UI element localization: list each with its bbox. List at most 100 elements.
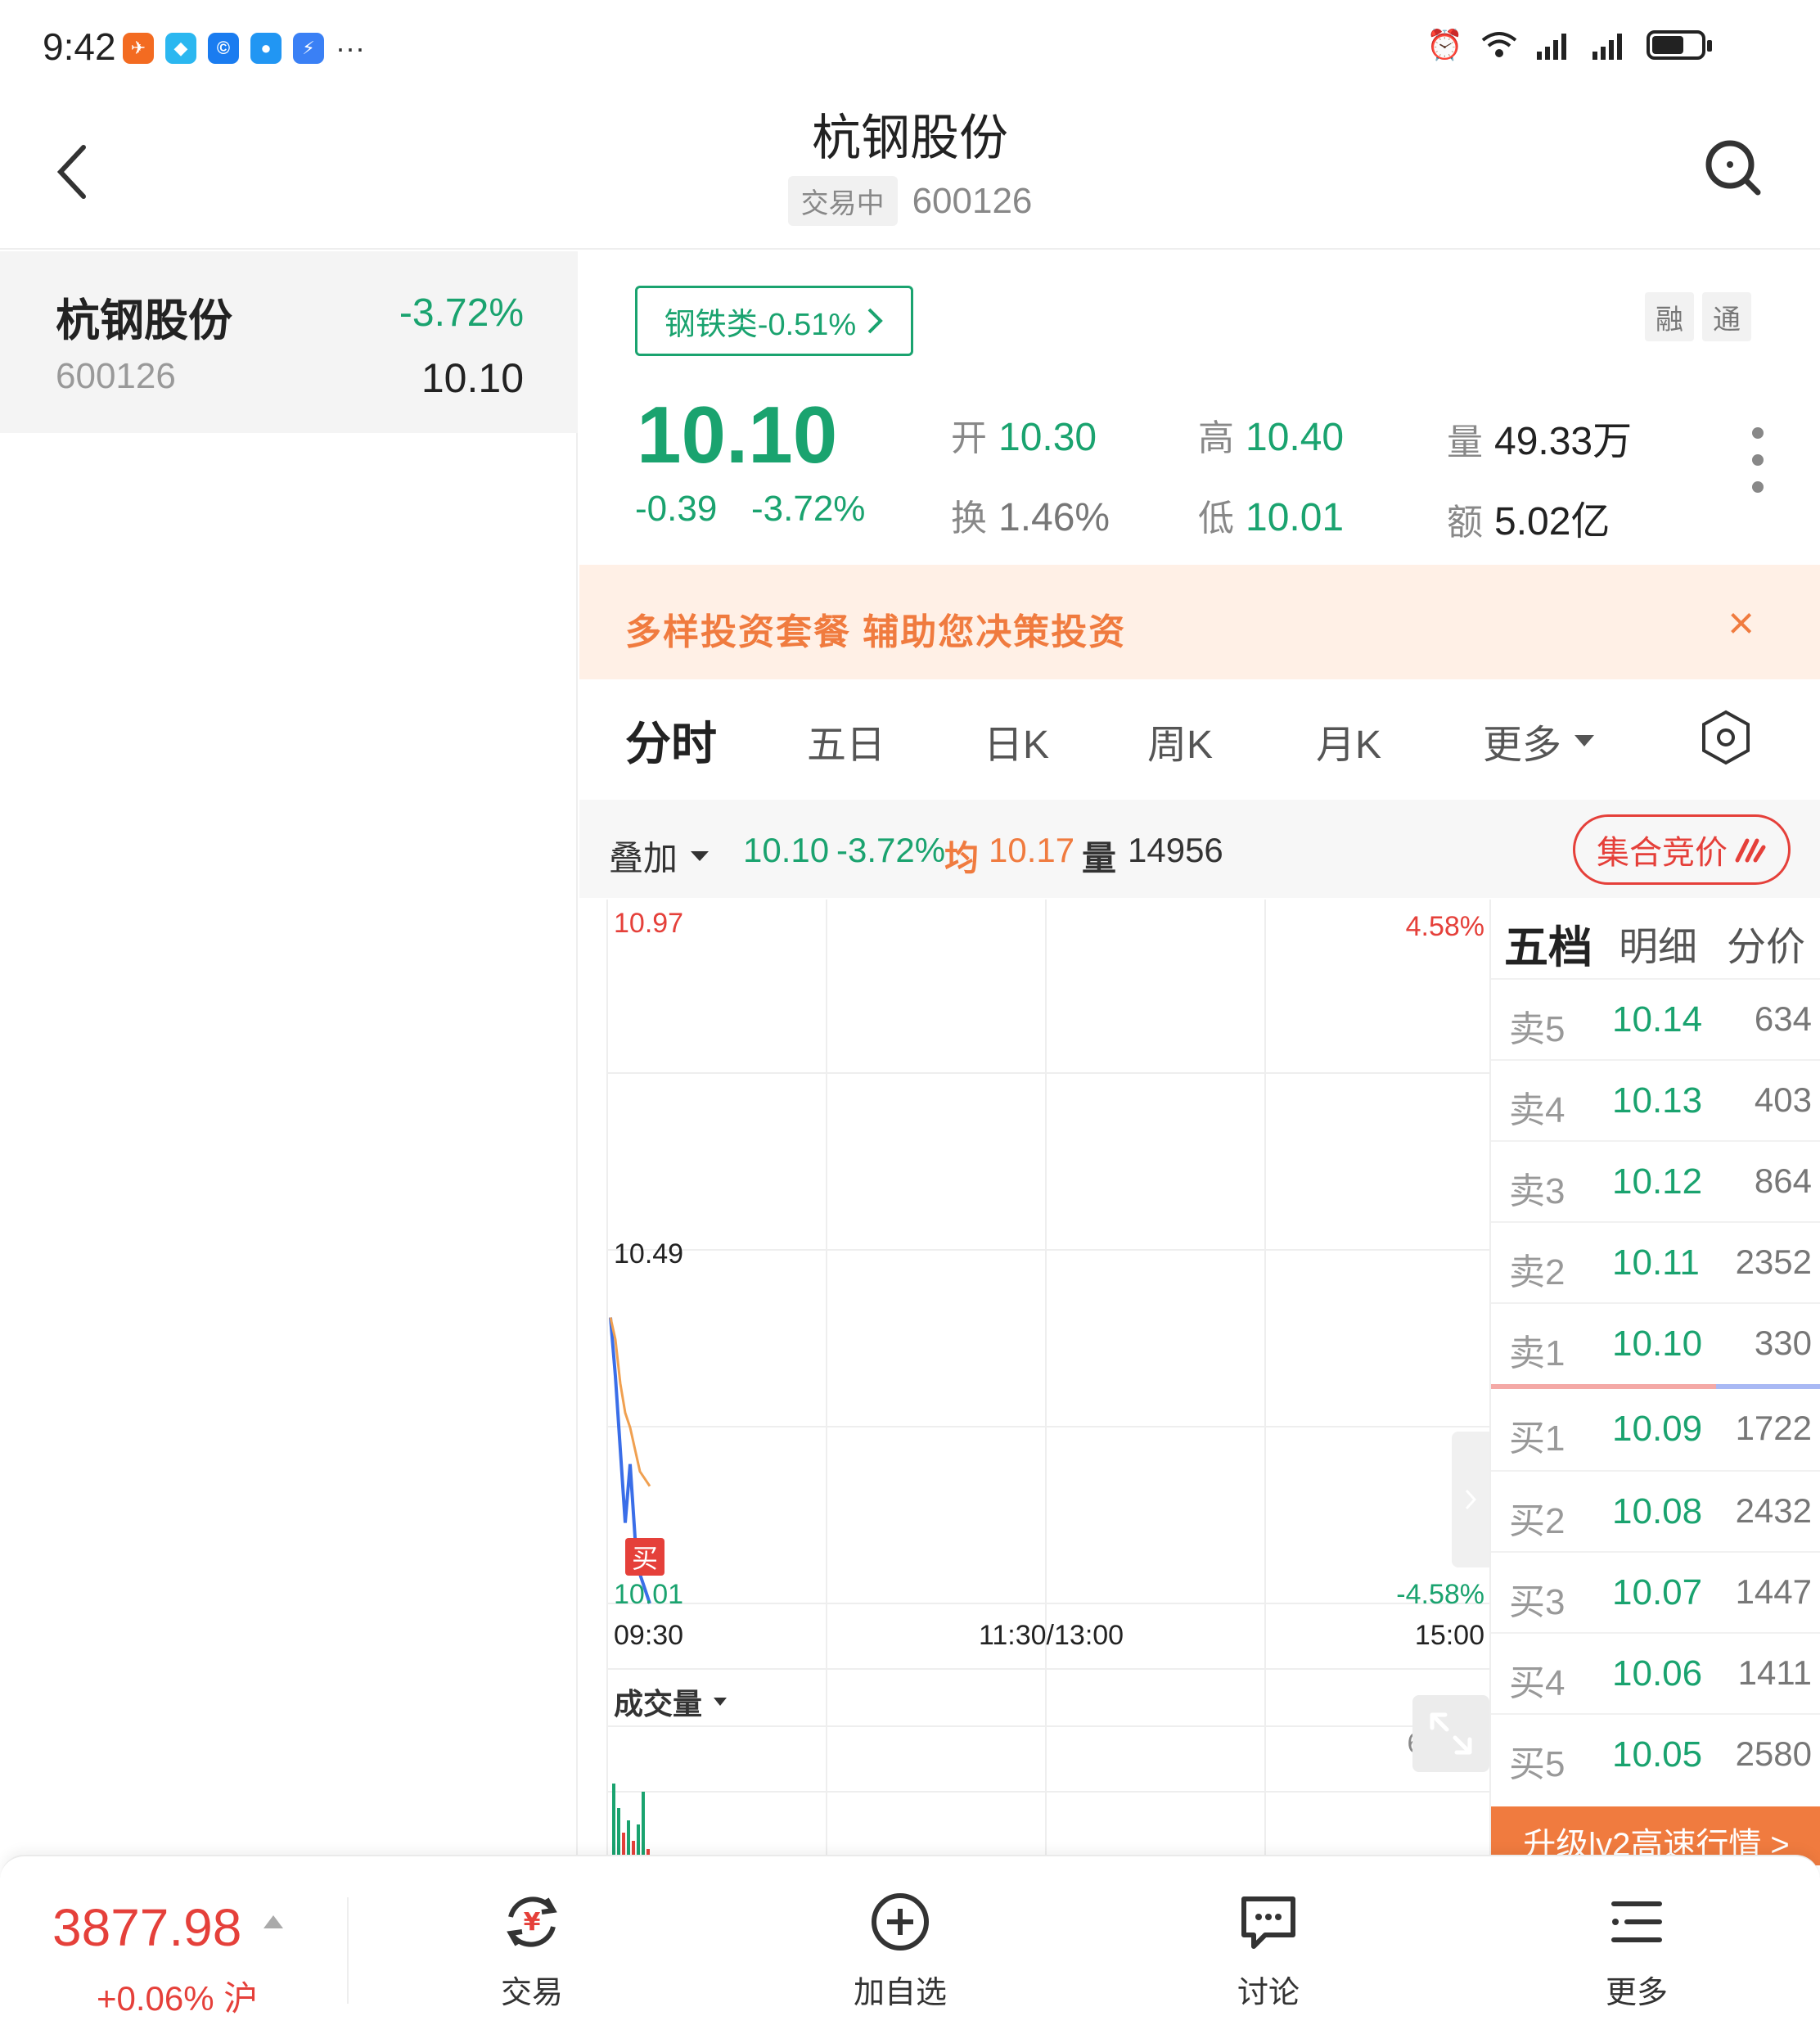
overlay-dropdown[interactable]: 叠加 — [609, 831, 710, 881]
chat-bubble-icon — [1241, 1896, 1295, 1949]
tab-weekly-k[interactable]: 周K — [1147, 712, 1213, 769]
banner-text: 多样投资套餐 辅助您决策投资 — [625, 612, 1127, 652]
auction-icon — [1735, 838, 1766, 863]
info-pct: -3.72% — [836, 831, 946, 869]
volume-value: 49.33万 — [1494, 420, 1633, 463]
ask-row[interactable]: 卖3 10.12 864 — [1491, 1140, 1820, 1221]
y-axis-bottom: 10.01 — [614, 1579, 684, 1610]
x-axis-start: 09:30 — [614, 1620, 684, 1651]
add-watchlist-button[interactable]: 加自选 — [818, 1889, 982, 2012]
status-bar: 9:42 ✈ ◆ © ● ⚡ ··· ⏰ — [0, 0, 1820, 98]
bid-row[interactable]: 买4 10.06 1411 — [1491, 1632, 1820, 1713]
amount-field: 额 5.02亿 — [1447, 489, 1610, 546]
high-field: 高 10.40 — [1198, 416, 1345, 459]
fullscreen-icon[interactable] — [1412, 1695, 1489, 1772]
app-notification-icon: ◆ — [165, 33, 196, 64]
menu-list-icon — [1611, 1901, 1662, 1942]
x-axis-mid: 11:30/13:00 — [979, 1620, 1124, 1651]
open-field: 开 10.30 — [951, 416, 1097, 459]
subtitle: 交易中 600126 — [0, 176, 1820, 226]
expand-panel-handle[interactable] — [1452, 1432, 1489, 1567]
status-time: 9:42 — [43, 25, 116, 68]
quote-main: 钢铁类-0.51% 融 通 10.10 -0.39 -3.72% 开 10.30… — [579, 251, 1820, 1865]
more-notifications: ··· — [336, 31, 365, 65]
promo-banner[interactable]: 多样投资套餐 辅助您决策投资 × — [579, 565, 1820, 679]
price-change: -0.39 — [635, 489, 718, 529]
avg-label: 均 — [944, 839, 980, 877]
caret-down-icon — [714, 1698, 728, 1706]
margin-tag[interactable]: 融 — [1645, 292, 1694, 341]
notification-icons: ✈ ◆ © ● ⚡ ··· — [123, 31, 365, 65]
more-button[interactable]: 更多 — [1555, 1889, 1719, 2012]
index-change: +0.06% 沪 — [97, 1979, 259, 2018]
bid-row[interactable]: 买1 10.09 1722 — [1491, 1389, 1820, 1470]
buy-marker[interactable]: 买 — [625, 1538, 664, 1576]
page-title: 杭钢股份 — [812, 110, 1008, 165]
amount-value: 5.02亿 — [1494, 500, 1611, 543]
tab-intraday[interactable]: 分时 — [625, 707, 717, 773]
tab-five-day[interactable]: 五日 — [807, 712, 885, 769]
ask-row[interactable]: 卖1 10.10 330 — [1491, 1302, 1820, 1383]
settings-icon[interactable] — [1697, 709, 1755, 766]
watchlist-item[interactable]: 杭钢股份 -3.72% 600126 10.10 — [0, 251, 578, 433]
tab-more[interactable]: 更多 — [1483, 712, 1595, 769]
bid-row[interactable]: 买3 10.07 1447 — [1491, 1551, 1820, 1632]
index-value[interactable]: 3877.98 — [52, 1897, 241, 1958]
ask-row[interactable]: 卖5 10.14 634 — [1491, 978, 1820, 1059]
watchlist-panel: 杭钢股份 -3.72% 600126 10.10 — [0, 251, 578, 1888]
y-axis-mid: 10.49 — [614, 1238, 684, 1270]
vol-label: 量 — [1082, 839, 1117, 877]
wifi-icon — [1481, 32, 1517, 57]
stock-code: 600126 — [56, 356, 176, 396]
battery-icon — [1647, 30, 1712, 60]
volume-indicator-dropdown[interactable]: 成交量 — [614, 1680, 728, 1723]
plus-circle-icon — [872, 1893, 929, 1951]
chat-notification-icon: ● — [250, 33, 282, 64]
chart-tabs: 分时 五日 日K 周K 月K 更多 — [579, 679, 1820, 799]
stock-code: 600126 — [912, 180, 1033, 221]
expand-arrows-icon — [1430, 1712, 1472, 1755]
volume-bar — [612, 1784, 615, 1865]
bid-row[interactable]: 买2 10.08 2432 — [1491, 1470, 1820, 1551]
trade-button[interactable]: ¥ 交易 — [450, 1889, 614, 2012]
intraday-chart[interactable]: 10.97 10.49 10.01 4.58% -4.58% 09:30 11:… — [579, 900, 1489, 1865]
connect-tag[interactable]: 通 — [1702, 292, 1751, 341]
price-change-pct: -3.72% — [751, 489, 866, 529]
more-options-icon[interactable] — [1750, 427, 1766, 493]
pct-axis-bottom: -4.58% — [1396, 1579, 1484, 1610]
tab-monthly-k[interactable]: 月K — [1316, 712, 1381, 769]
discussion-button[interactable]: 讨论 — [1187, 1889, 1350, 2012]
sector-button[interactable]: 钢铁类-0.51% — [635, 286, 913, 356]
tab-details[interactable]: 明细 — [1619, 914, 1697, 972]
ask-row[interactable]: 卖4 10.13 403 — [1491, 1059, 1820, 1140]
svg-text:¥: ¥ — [524, 1908, 541, 1937]
call-auction-button[interactable]: 集合竞价 — [1573, 814, 1791, 885]
caret-down-icon — [1574, 735, 1595, 746]
bottom-bar: 3877.98 +0.06% 沪 ¥ 交易 加自选 讨论 更多 — [0, 1855, 1820, 2043]
search-icon[interactable] — [1701, 135, 1766, 201]
tab-price-distribution[interactable]: 分价 — [1727, 914, 1805, 972]
trading-status-badge: 交易中 — [787, 176, 898, 226]
caret-down-icon — [691, 850, 710, 861]
turnover-field: 换 1.46% — [951, 496, 1110, 539]
app-notification-icon: © — [208, 33, 239, 64]
tab-daily-k[interactable]: 日K — [984, 712, 1049, 769]
triangle-up-icon — [264, 1915, 283, 1928]
tab-five-levels[interactable]: 五档 — [1504, 911, 1592, 976]
divider — [347, 1897, 349, 2004]
y-axis-top: 10.97 — [614, 908, 684, 939]
low-value: 10.01 — [1246, 496, 1345, 539]
ask-row[interactable]: 卖2 10.11 2352 — [1491, 1221, 1820, 1302]
order-book-tabs: 五档 明细 分价 — [1491, 900, 1820, 978]
header: 杭钢股份 交易中 600126 — [0, 90, 1820, 250]
bid-row[interactable]: 买5 10.05 2580 — [1491, 1713, 1820, 1794]
avg-value: 10.17 — [989, 831, 1075, 869]
alarm-icon: ⏰ — [1426, 28, 1463, 61]
turnover-value: 1.46% — [998, 496, 1110, 539]
pct-axis-top: 4.58% — [1405, 911, 1484, 942]
vol-value: 14956 — [1128, 831, 1223, 869]
x-axis-end: 15:00 — [1414, 1620, 1484, 1651]
signal-icon — [1537, 34, 1566, 60]
bolt-notification-icon: ⚡ — [293, 33, 324, 64]
close-icon[interactable]: × — [1728, 596, 1755, 649]
